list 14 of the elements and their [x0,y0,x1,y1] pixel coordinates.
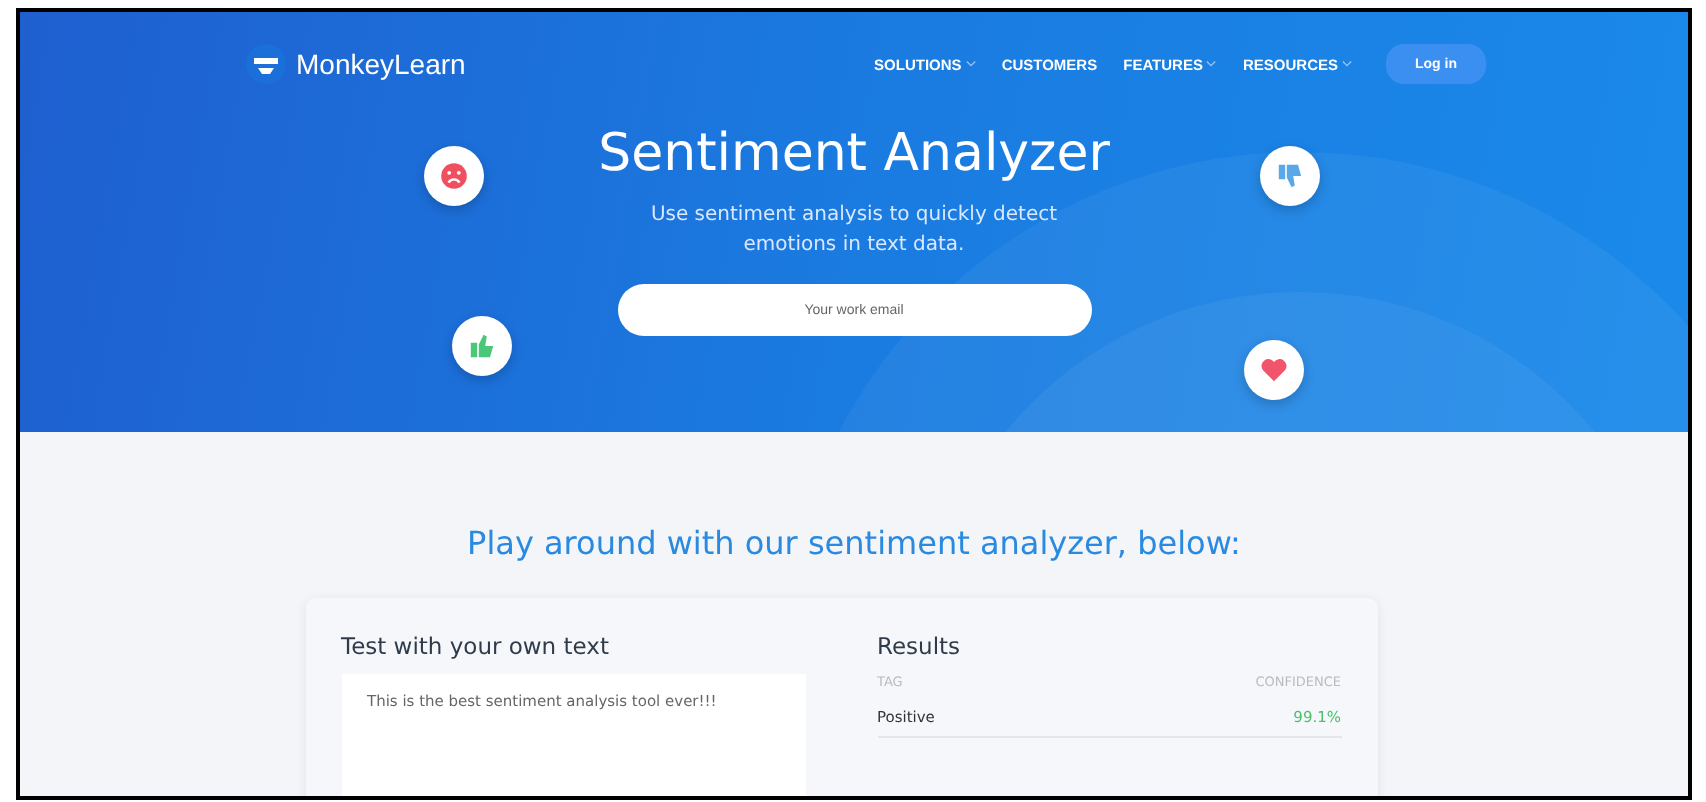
heart-icon [1258,354,1290,386]
thumbs-up-icon [466,330,498,362]
thumbs-down-icon [1274,160,1306,192]
hero-subtitle: Use sentiment analysis to quickly detect emotions in text data. [648,202,1060,260]
sad-face-icon [438,160,470,192]
logo-text[interactable]: MonkeyLearn [296,48,466,80]
panel-title: Test with your own text [341,632,611,660]
panel-title: Results [877,632,963,660]
caret-icon [1342,60,1352,68]
section-heading: Play around with our sentiment analyzer, below: [467,524,1241,562]
hero-title: Sentiment Analyzer [598,124,1110,184]
logo-icon [246,44,286,84]
caret-icon [1206,60,1217,68]
caret-icon [965,60,976,68]
